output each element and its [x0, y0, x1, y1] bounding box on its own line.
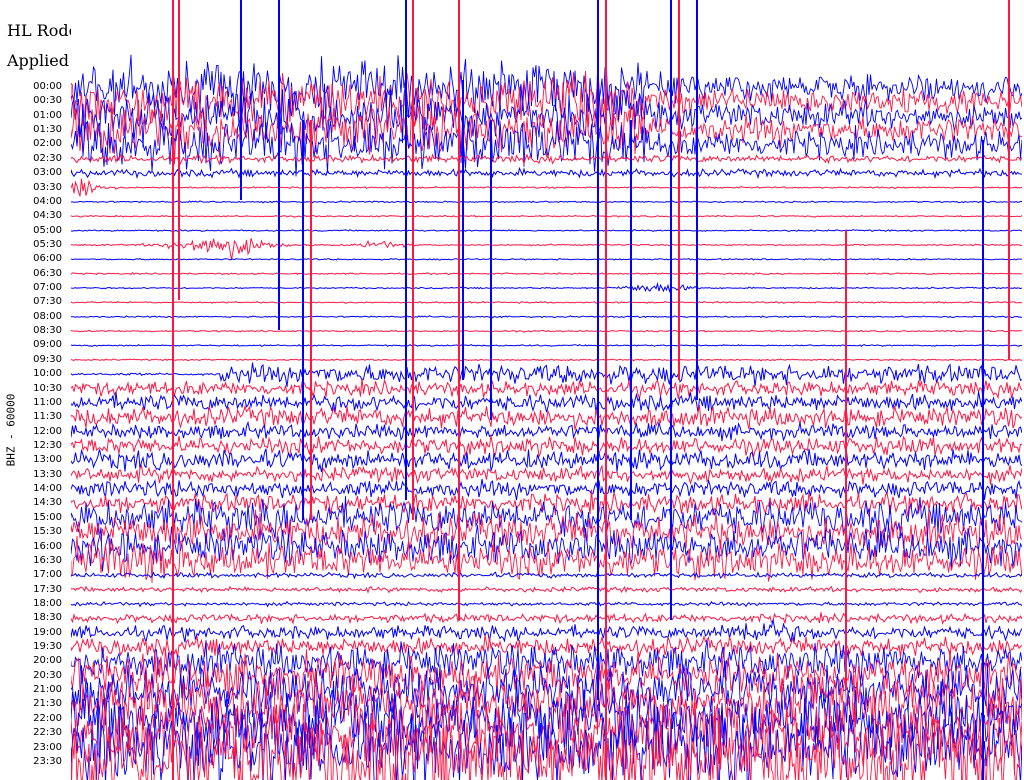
- time-label: 03:00: [33, 167, 62, 179]
- time-label: 22:30: [33, 727, 62, 739]
- time-label: 00:00: [33, 81, 62, 92]
- time-label: 04:00: [33, 195, 62, 207]
- time-label: 14:30: [33, 497, 62, 509]
- time-label: 23:30: [33, 755, 62, 767]
- time-label: 12:00: [33, 425, 62, 437]
- time-label: 15:00: [33, 511, 62, 523]
- time-label: 08:30: [33, 325, 62, 337]
- time-label: 12:30: [33, 440, 62, 451]
- time-label: 09:30: [33, 353, 62, 365]
- time-label: 21:00: [33, 684, 62, 696]
- time-axis: 00:00 00:30 01:00 01:30 02:00 02:30 03:00 03:30…: [0, 0, 70, 780]
- time-label: 11:30: [33, 411, 62, 423]
- time-label: 21:30: [33, 698, 62, 710]
- time-label: 20:00: [33, 655, 62, 667]
- time-label: 18:30: [33, 612, 62, 624]
- time-label: 19:00: [33, 626, 62, 638]
- time-label: 02:00: [33, 138, 62, 150]
- time-label: 01:00: [33, 109, 62, 121]
- time-label: 18:00: [33, 597, 62, 609]
- time-label: 10:30: [33, 382, 62, 394]
- time-label: 22:00: [33, 712, 62, 724]
- time-label: 13:00: [33, 454, 62, 466]
- time-label: 20:30: [33, 669, 62, 681]
- time-label: 14:00: [33, 483, 62, 495]
- time-label: 01:30: [33, 124, 62, 136]
- time-label: 16:00: [33, 540, 62, 552]
- seismogram-plot: [71, 0, 1022, 780]
- time-label: 16:30: [33, 554, 62, 566]
- time-label: 06:00: [33, 253, 62, 265]
- time-label: 17:30: [33, 583, 62, 595]
- time-label: 02:30: [33, 152, 62, 164]
- time-label: 00:30: [33, 95, 62, 107]
- time-label: 03:30: [33, 181, 62, 193]
- time-label: 11:00: [33, 396, 62, 408]
- time-label: 10:00: [33, 368, 62, 380]
- time-label: 06:30: [33, 267, 62, 279]
- time-label: 09:00: [33, 339, 62, 351]
- time-label: 05:30: [33, 238, 62, 250]
- time-label: 15:30: [33, 526, 62, 538]
- time-label: 05:00: [33, 224, 62, 236]
- time-label: 19:30: [33, 641, 62, 653]
- time-label: 17:00: [33, 569, 62, 581]
- time-label: 08:00: [33, 310, 62, 322]
- time-label: 07:00: [33, 282, 62, 294]
- time-label: 07:30: [33, 296, 62, 308]
- time-label: 23:00: [33, 741, 62, 753]
- time-label: 04:30: [33, 210, 62, 222]
- time-label: 13:30: [33, 468, 62, 480]
